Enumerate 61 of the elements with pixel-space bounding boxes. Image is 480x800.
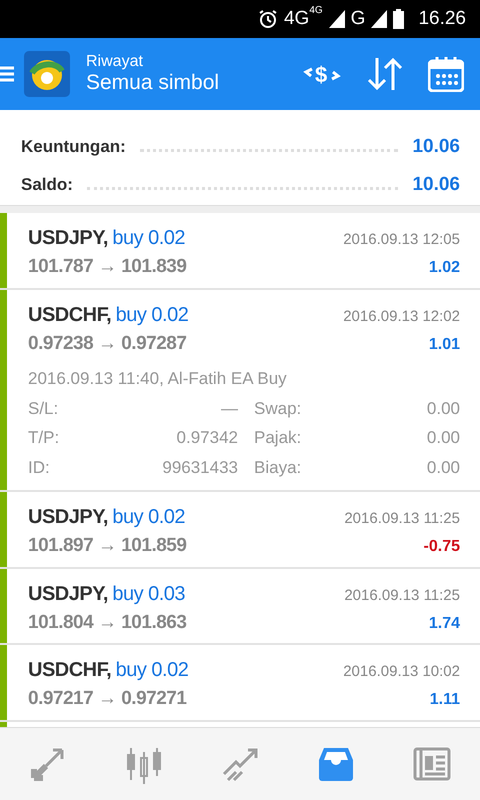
network-label: 4G [309,6,323,16]
price-range: 101.897 → 101.859 [28,534,186,558]
close-time: 2016.09.13 12:05 [343,230,460,250]
trade-row[interactable]: USDJPY, buy 0.02 2016.09.13 11:25 101.897 → 101.859 -0.75 [0,492,480,568]
order-type-label: buy 0.02 [112,227,186,249]
detail-label: ID: [28,456,51,478]
summary-value: 10.06 [412,134,460,159]
detail-value: 99631433 [161,456,238,478]
price-range: 0.97238 → 0.97287 [28,332,186,356]
detail-label: Swap: [254,398,302,420]
price-range: 101.804 → 101.863 [28,610,186,634]
detail-value: 0.00 [426,427,460,449]
network-label: 4G [284,6,310,31]
close-time: 2016.09.13 10:02 [343,662,460,682]
profit-value: 1.74 [428,614,460,634]
close-time: 2016.09.13 11:25 [344,509,460,529]
calendar-icon[interactable] [428,56,464,92]
trade-row[interactable]: USDCHF, buy 0.02 2016.09.13 10:02 0.97217 → 0.97271 1.11 [0,645,480,722]
order-comment: 2016.09.13 11:40, Al-Fatih EA Buy [28,368,288,390]
summary-label: Keuntungan: [21,136,126,158]
order-type-label: buy 0.02 [116,659,188,681]
app-logo-icon [24,51,70,97]
profit-value: 1.02 [428,258,460,278]
menu-icon[interactable] [0,64,16,84]
detail-label: T/P: [28,427,60,449]
price-range: 101.787 → 101.839 [28,255,186,279]
signal-icon [371,10,388,28]
clock-time: 16.26 [418,6,466,31]
profit-value: 1.01 [428,334,460,354]
detail-value: 0.00 [426,456,460,478]
profit-value: 1.11 [430,690,460,710]
summary-label: Saldo: [21,174,73,196]
symbol-label: USDJPY, [28,227,108,249]
order-type-label: buy 0.02 [112,506,186,528]
trade-row[interactable]: USDJPY, buy 0.02 2016.09.13 12:05 101.787 → 101.839 1.02 [0,213,480,290]
detail-label: Biaya: [254,456,302,478]
detail-value: — [220,398,238,420]
symbol-label: USDCHF, [28,304,112,326]
close-time: 2016.09.13 11:25 [344,586,460,606]
symbol-label: USDJPY, [28,506,108,528]
detail-value: 0.00 [426,398,460,420]
signal-icon [328,10,345,28]
summary-value: 10.06 [412,172,460,197]
alarm-icon [258,9,278,29]
close-time: 2016.09.13 12:02 [343,306,460,326]
detail-label: Pajak: [254,427,302,449]
order-type-label: buy 0.03 [112,582,186,604]
profit-value: -0.75 [424,537,460,557]
sort-icon[interactable] [366,56,404,92]
network-label: G [350,6,366,31]
detail-label: S/L: [28,398,60,420]
detail-value: 0.97342 [176,427,238,449]
trade-row[interactable]: USDJPY, buy 0.03 2016.09.13 11:25 101.804 → 101.863 1.74 [0,568,480,645]
screen-title: Riwayat [86,52,144,70]
symbol-label: USDCHF, [28,659,112,681]
price-range: 0.97217 → 0.97271 [28,687,186,711]
symbol-label: USDJPY, [28,582,108,604]
trade-row[interactable]: USDCHF, buy 0.02 2016.09.13 12:02 0.97238 → 0.97287 1.01 2016.09.13 11:40, Al-Fatih EA Buy S/L: — Swap: 0.00 T/P: 0.97342 Pajak: 0.00 ID: 99631433 Biaya: 0.00 [0,290,480,492]
battery-icon [393,9,404,29]
screen-subtitle: Semua simbol [86,70,220,96]
order-type-label: buy 0.02 [116,304,188,326]
